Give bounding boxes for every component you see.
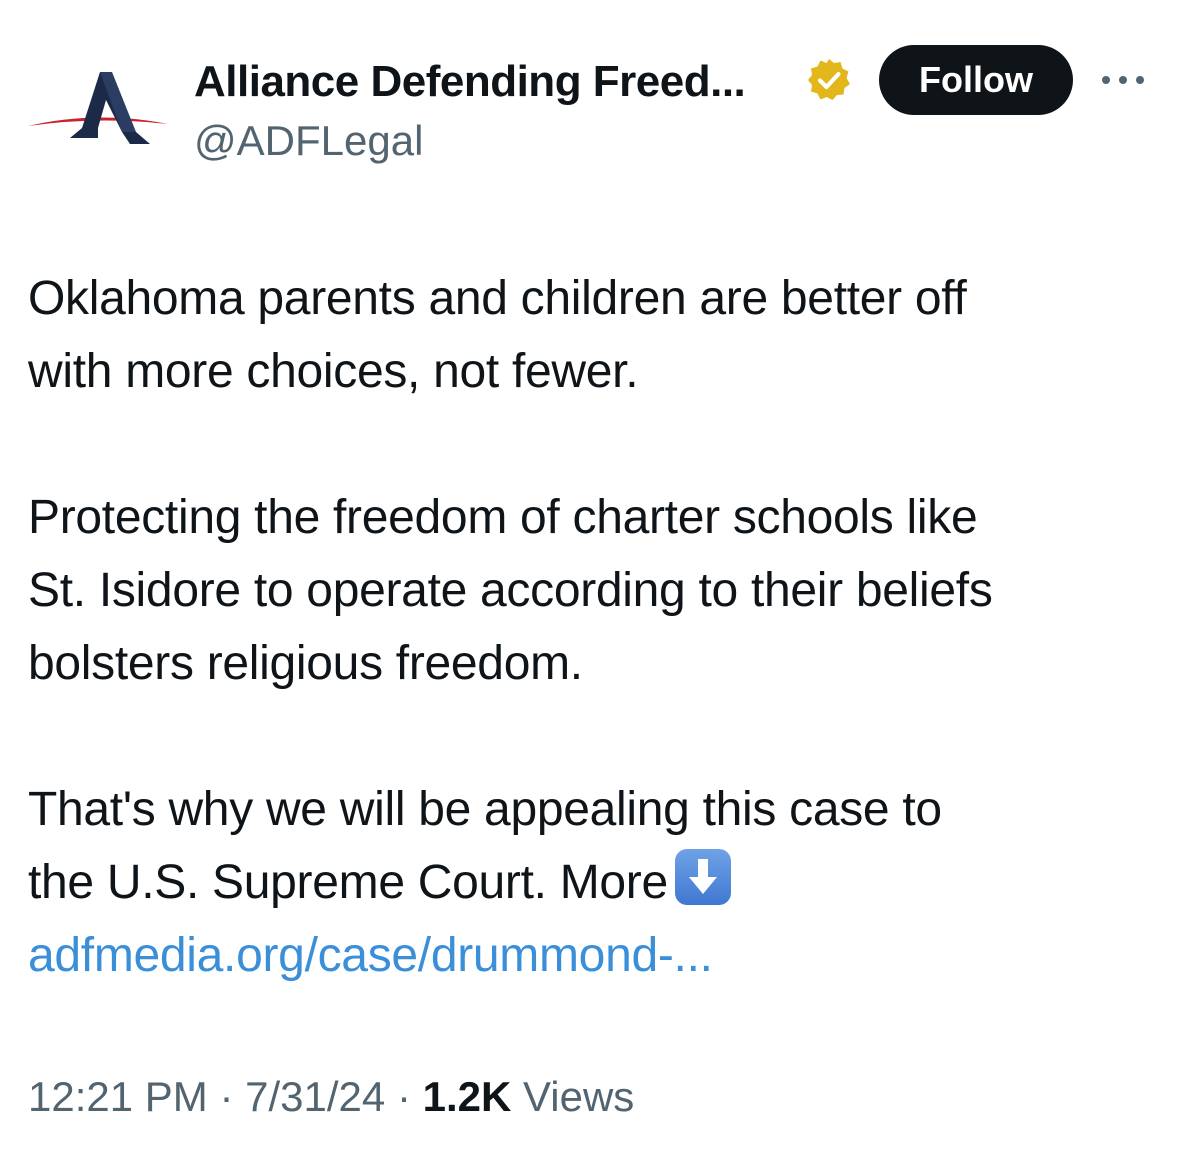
adf-logo-icon[interactable] xyxy=(26,62,170,146)
meta-separator: · xyxy=(219,1073,234,1120)
views-count: 1.2K xyxy=(422,1073,512,1120)
follow-button[interactable]: Follow xyxy=(879,45,1073,115)
author-name[interactable]: Alliance Defending Freed... xyxy=(194,56,746,108)
tweet-paragraph: Oklahoma parents and children are better… xyxy=(28,272,967,398)
tweet-paragraph-text: That's why we will be appealing this cas… xyxy=(28,783,942,909)
gold-verified-badge-icon xyxy=(808,59,850,100)
tweet-meta: 12:21 PM · 7/31/24 · 1.2K Views xyxy=(28,1070,634,1124)
views-label: Views xyxy=(523,1073,635,1120)
tweet-time[interactable]: 12:21 PM xyxy=(28,1073,208,1120)
tweet-card: Alliance Defending Freed... @ADFLegal Fo… xyxy=(0,0,1179,1152)
more-options-icon[interactable] xyxy=(1100,70,1146,90)
tweet-paragraph: That's why we will be appealing this cas… xyxy=(28,773,1163,992)
tweet-link[interactable]: adfmedia.org/case/drummond-... xyxy=(28,919,1163,992)
meta-separator: · xyxy=(396,1073,411,1120)
tweet-body: Oklahoma parents and children are better… xyxy=(28,262,1163,992)
tweet-paragraph: Protecting the freedom of charter school… xyxy=(28,491,993,690)
author-handle[interactable]: @ADFLegal xyxy=(194,116,423,166)
tweet-date[interactable]: 7/31/24 xyxy=(245,1073,385,1120)
down-arrow-emoji-icon xyxy=(674,849,731,905)
